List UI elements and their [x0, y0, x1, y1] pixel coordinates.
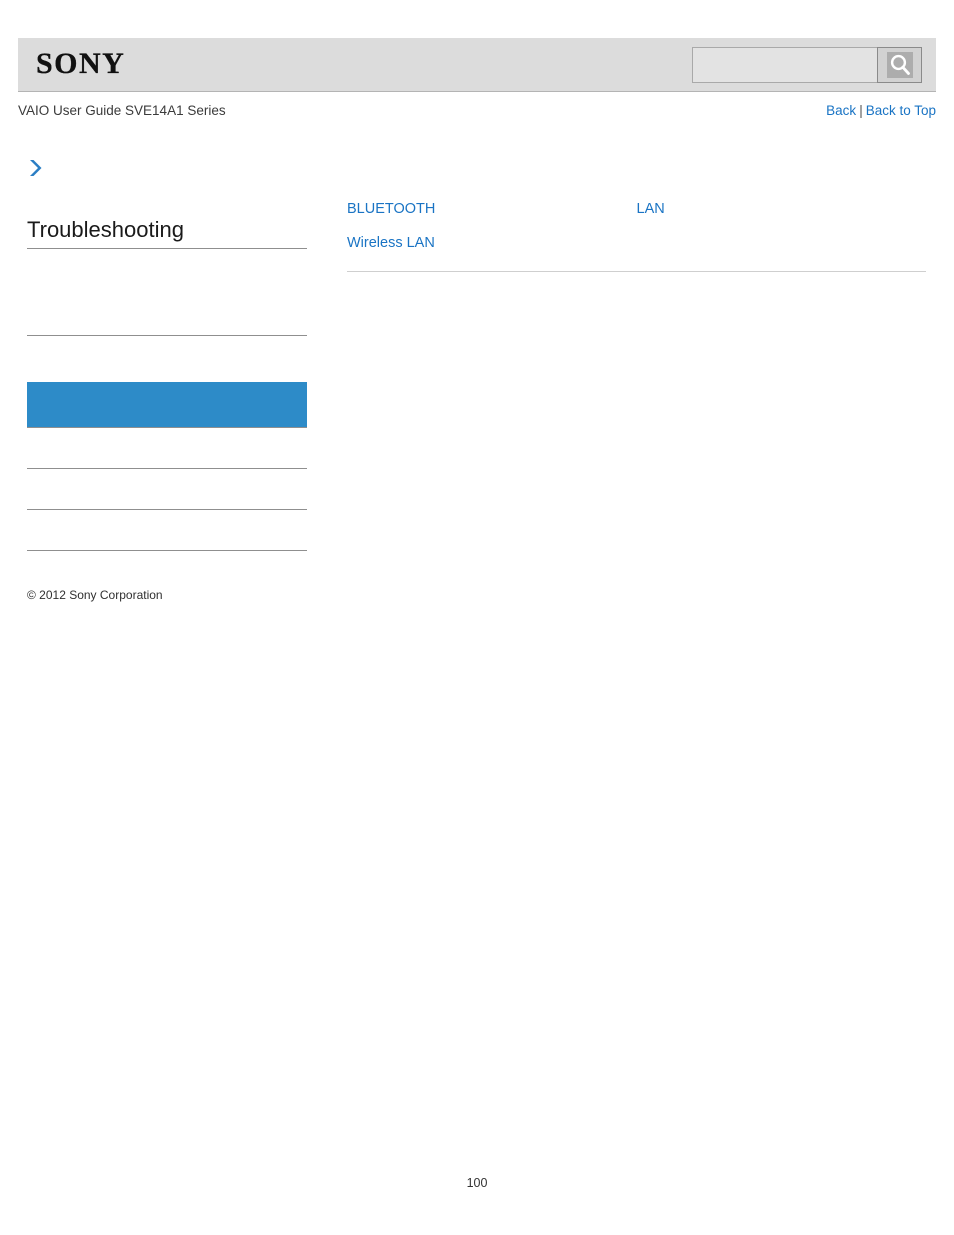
search-icon — [886, 52, 913, 78]
table-row: Wireless LAN — [347, 230, 926, 264]
link-bluetooth[interactable]: BLUETOOTH — [347, 201, 435, 217]
back-to-top-link[interactable]: Back to Top — [866, 103, 936, 118]
sidebar-item-1[interactable] — [27, 295, 307, 336]
table-row: BLUETOOTH LAN — [347, 196, 926, 230]
search-area — [692, 47, 922, 83]
search-button[interactable] — [877, 47, 922, 83]
sub-header: VAIO User Guide SVE14A1 Series Back | Back… — [18, 100, 936, 122]
content-area: BLUETOOTH LAN Wireless LAN — [347, 196, 926, 280]
sidebar-item-3[interactable] — [27, 428, 307, 469]
sidebar-item-0[interactable] — [27, 249, 307, 295]
related-topics-grid: BLUETOOTH LAN Wireless LAN — [347, 196, 926, 264]
sidebar-item-5[interactable] — [27, 510, 307, 551]
chevron-right-icon — [27, 158, 307, 178]
copyright-notice: © 2012 Sony Corporation — [27, 588, 163, 602]
grid-cell: BLUETOOTH — [347, 196, 637, 230]
sidebar-item-4[interactable] — [27, 469, 307, 510]
guide-title: VAIO User Guide SVE14A1 Series — [18, 103, 226, 118]
sidebar: Troubleshooting © 2012 Sony Corporation — [27, 158, 307, 603]
link-separator: | — [859, 103, 863, 118]
grid-cell — [637, 230, 927, 264]
grid-cell: LAN — [637, 196, 927, 230]
link-wireless-lan[interactable]: Wireless LAN — [347, 235, 435, 251]
search-input[interactable] — [692, 47, 877, 83]
breadcrumb[interactable] — [27, 158, 307, 184]
header-nav-links: Back | Back to Top — [826, 100, 936, 122]
sidebar-item-2-spacer — [27, 336, 307, 382]
sony-logo: SONY — [36, 47, 126, 80]
page-title: Troubleshooting — [27, 216, 307, 249]
back-link[interactable]: Back — [826, 103, 856, 118]
link-lan[interactable]: LAN — [637, 201, 665, 217]
sidebar-item-selected[interactable] — [27, 382, 307, 428]
page-number: 100 — [466, 1176, 488, 1190]
grid-cell: Wireless LAN — [347, 230, 637, 264]
header-bar: SONY — [18, 38, 936, 92]
content-divider — [347, 271, 926, 272]
